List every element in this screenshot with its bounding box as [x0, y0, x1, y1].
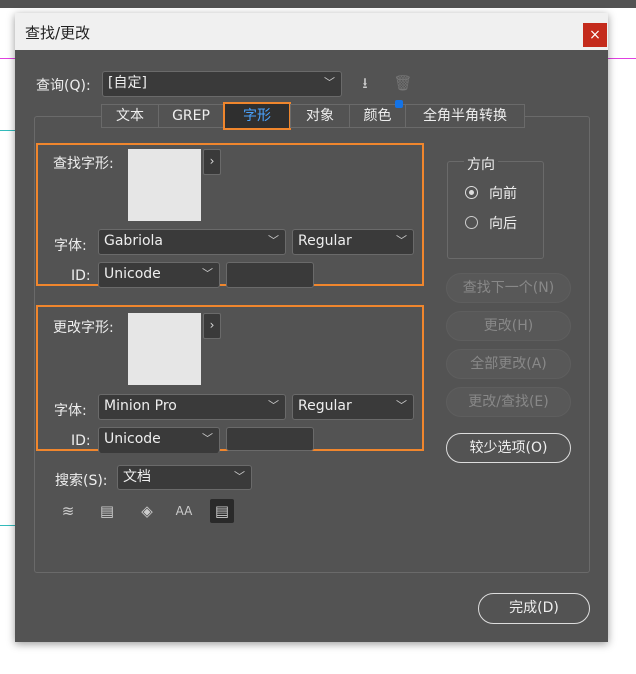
include-hidden-layers-icon[interactable]: ◈: [135, 499, 159, 523]
chevron-down-icon: ﹀: [234, 470, 245, 483]
dialog-title: 查找/更改: [25, 24, 91, 42]
change-id-label: ID:: [71, 433, 91, 449]
find-id-type-select[interactable]: Unicode ﹀: [98, 262, 220, 288]
radio-forward[interactable]: [465, 186, 478, 199]
find-change-dialog: 查找/更改 × 查询(Q): [自定] ﹀ ⭳ 🗑 文本 GREP 字形 对象 颜…: [15, 13, 608, 642]
find-font-select[interactable]: Gabriola ﹀: [98, 229, 286, 255]
tab-bar: 文本 GREP 字形 对象 颜色 全角半角转换: [101, 100, 525, 130]
find-style-select[interactable]: Regular ﹀: [292, 229, 414, 255]
tab-grep[interactable]: GREP: [158, 104, 224, 128]
include-locked-stories-icon[interactable]: ▤: [95, 499, 119, 523]
radio-dot: [469, 190, 474, 195]
delete-query-icon[interactable]: 🗑: [391, 71, 415, 95]
find-font-value: Gabriola: [104, 233, 163, 249]
change-font-label: 字体:: [54, 403, 87, 419]
chevron-down-icon: ﹀: [268, 399, 279, 412]
change-glyph-section: 更改字形: › 字体: Minion Pro ﹀ Regular ﹀ ID: Uni…: [36, 305, 424, 453]
save-query-icon[interactable]: ⭳: [353, 71, 377, 95]
tab-text[interactable]: 文本: [101, 104, 159, 128]
find-glyph-label: 查找字形:: [53, 156, 114, 172]
query-label: 查询(Q):: [36, 78, 91, 94]
change-id-type-value: Unicode: [104, 431, 161, 447]
forward-label: 向前: [489, 186, 517, 202]
change-id-input[interactable]: [226, 427, 314, 451]
change-all-button[interactable]: 全部更改(A): [446, 349, 571, 379]
change-style-value: Regular: [298, 398, 352, 414]
find-glyph-preview: [128, 149, 201, 221]
change-glyph-menu-button[interactable]: ›: [203, 313, 221, 339]
change-button[interactable]: 更改(H): [446, 311, 571, 341]
change-id-type-select[interactable]: Unicode ﹀: [98, 427, 220, 453]
chevron-down-icon: ﹀: [202, 432, 213, 445]
search-scope-value: 文档: [123, 469, 151, 485]
chevron-down-icon: ﹀: [268, 234, 279, 247]
change-find-button[interactable]: 更改/查找(E): [446, 387, 571, 417]
direction-group: 方向 向前 向后: [447, 154, 544, 259]
query-value: [自定]: [108, 75, 147, 91]
fewer-options-button[interactable]: 较少选项(O): [446, 433, 571, 463]
change-font-value: Minion Pro: [104, 398, 177, 414]
search-scope-select[interactable]: 文档 ﹀: [117, 465, 252, 490]
search-scope-label: 搜索(S):: [55, 473, 108, 489]
title-bar: 查找/更改 ×: [15, 13, 608, 50]
find-id-label: ID:: [71, 268, 91, 284]
include-master-pages-icon[interactable]: AA: [172, 499, 196, 523]
change-glyph-preview: [128, 313, 201, 385]
find-glyph-menu-button[interactable]: ›: [203, 149, 221, 175]
chevron-down-icon: ﹀: [324, 76, 335, 89]
chevron-down-icon: ﹀: [396, 399, 407, 412]
close-button[interactable]: ×: [583, 23, 607, 47]
tab-width-conversion[interactable]: 全角半角转换: [405, 104, 525, 128]
backward-label: 向后: [489, 216, 517, 232]
find-id-input[interactable]: [226, 262, 314, 288]
done-button[interactable]: 完成(D): [478, 593, 590, 624]
find-next-button[interactable]: 查找下一个(N): [446, 273, 571, 303]
find-glyph-section: 查找字形: › 字体: Gabriola ﹀ Regular ﹀ ID: Unico…: [36, 143, 424, 288]
chevron-down-icon: ﹀: [202, 267, 213, 280]
include-footnotes-icon[interactable]: ▤: [210, 499, 234, 523]
chevron-down-icon: ﹀: [396, 234, 407, 247]
include-locked-layers-icon[interactable]: ≋: [56, 499, 80, 523]
tab-badge: [395, 100, 403, 108]
query-select[interactable]: [自定] ﹀: [102, 71, 342, 97]
find-style-value: Regular: [298, 233, 352, 249]
tab-glyph[interactable]: 字形: [223, 102, 291, 130]
change-glyph-label: 更改字形:: [53, 320, 114, 336]
app-top-bar: [0, 0, 636, 8]
radio-backward[interactable]: [465, 216, 478, 229]
find-id-type-value: Unicode: [104, 266, 161, 282]
find-font-label: 字体:: [54, 238, 87, 254]
tab-object[interactable]: 对象: [290, 104, 350, 128]
change-font-select[interactable]: Minion Pro ﹀: [98, 394, 286, 420]
change-style-select[interactable]: Regular ﹀: [292, 394, 414, 420]
direction-title: 方向: [464, 154, 498, 174]
